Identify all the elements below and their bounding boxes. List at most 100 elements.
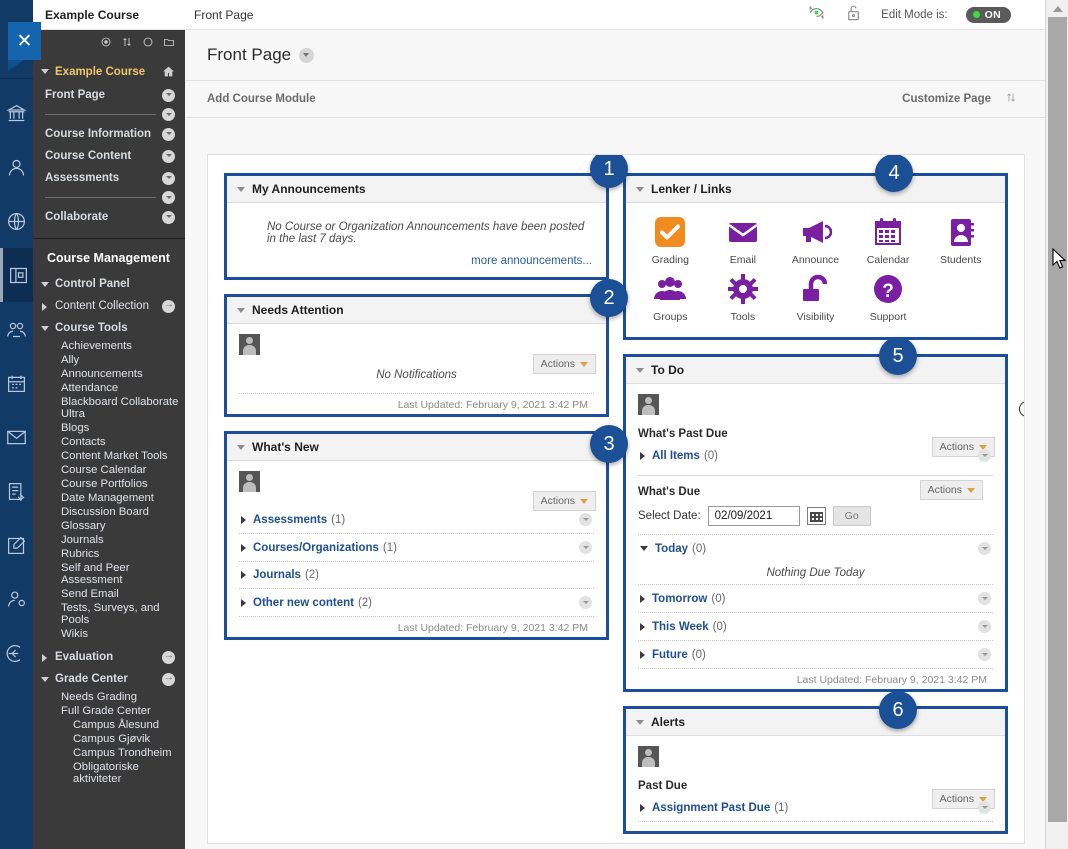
tool-achievements[interactable]: Achievements (47, 339, 185, 353)
chevron-down-icon[interactable] (636, 719, 644, 725)
refresh-circle-icon[interactable] (142, 36, 154, 51)
date-input[interactable] (707, 506, 800, 526)
tool-course-calendar[interactable]: Course Calendar (47, 463, 185, 477)
refresh-eye-icon[interactable] (807, 3, 826, 27)
tool-contacts[interactable]: Contacts (47, 435, 185, 449)
chevron-right-icon[interactable] (640, 451, 645, 460)
needs-attention-actions-button[interactable]: Actions (532, 354, 596, 374)
course-menu-item-course-information[interactable]: Course Information (33, 123, 185, 145)
chevron-down-icon[interactable] (579, 541, 592, 554)
grade-full-grade-center[interactable]: Full Grade Center (47, 704, 185, 718)
chevron-down-icon[interactable] (978, 542, 991, 555)
module-header[interactable]: To Do (626, 357, 1005, 384)
list-item[interactable]: This Week (0) (638, 612, 993, 640)
module-header[interactable]: Needs Attention (227, 297, 606, 324)
tool-wikis[interactable]: Wikis (47, 627, 185, 641)
page-title-chevron-down-icon[interactable] (299, 47, 315, 63)
chevron-down-icon[interactable] (636, 186, 644, 192)
chevron-right-icon[interactable] (241, 598, 246, 607)
chevron-down-icon[interactable] (162, 171, 175, 185)
tool-blogs[interactable]: Blogs (47, 421, 185, 435)
chevron-down-icon[interactable] (978, 592, 991, 605)
chevron-right-icon[interactable] (640, 622, 645, 631)
chevron-down-icon[interactable] (978, 620, 991, 633)
course-tools-row[interactable]: Course Tools (33, 317, 185, 339)
folder-icon[interactable] (163, 36, 175, 51)
grade-campus-gjovik[interactable]: Campus Gjøvik (47, 732, 185, 746)
grade-campus-alesund[interactable]: Campus Ålesund (47, 718, 185, 732)
grade-needs-grading[interactable]: Needs Grading (47, 690, 185, 704)
tool-self-and-peer-assessment[interactable]: Self and Peer Assessment (47, 561, 185, 587)
chevron-down-icon[interactable] (978, 648, 991, 661)
tool-blackboard-collaborate-ultra[interactable]: Blackboard Collaborate Ultra (47, 395, 185, 421)
chevron-down-icon[interactable] (978, 801, 991, 814)
grades-icon[interactable] (0, 464, 33, 518)
calendar-icon[interactable] (0, 356, 33, 410)
chevron-down-icon[interactable] (579, 513, 592, 526)
module-header[interactable]: My Announcements (227, 176, 606, 203)
profile-settings-icon[interactable] (0, 572, 33, 626)
chevron-down-icon[interactable] (162, 88, 175, 102)
tool-attendance[interactable]: Attendance (47, 381, 185, 395)
chevron-down-icon[interactable] (162, 210, 175, 224)
expand-arrow-icon[interactable] (162, 672, 175, 686)
chevron-down-icon[interactable] (237, 444, 245, 450)
list-item[interactable]: Other new content (2) (239, 588, 594, 616)
link-tile-students[interactable]: Students (924, 215, 997, 266)
list-item[interactable]: Future (0) (638, 640, 993, 668)
home-icon[interactable] (162, 65, 175, 81)
course-menu-title-row[interactable]: Example Course (33, 56, 185, 84)
chevron-down-icon[interactable] (237, 307, 245, 313)
calendar-picker-icon[interactable] (806, 507, 826, 525)
chevron-right-icon[interactable] (241, 515, 246, 524)
edit-mode-toggle[interactable]: ON (965, 6, 1011, 23)
list-item[interactable]: Courses/Organizations (1) (239, 533, 594, 561)
tool-course-portfolios[interactable]: Course Portfolios (47, 477, 185, 491)
chevron-down-icon[interactable] (237, 186, 245, 192)
chevron-right-icon[interactable] (640, 803, 645, 812)
chevron-right-icon[interactable] (241, 543, 246, 552)
customize-page-button[interactable]: Customize Page (902, 93, 991, 105)
tool-rubrics[interactable]: Rubrics (47, 547, 185, 561)
link-tile-groups[interactable]: Groups (634, 272, 707, 323)
control-panel-row[interactable]: Control Panel (33, 273, 185, 295)
content-collection-row[interactable]: Content Collection (33, 295, 185, 317)
course-menu-item-front-page[interactable]: Front Page (33, 84, 185, 106)
module-header[interactable]: What's New (227, 434, 606, 461)
tool-send-email[interactable]: Send Email (47, 587, 185, 601)
grade-center-row[interactable]: Grade Center (33, 668, 185, 690)
expand-arrow-icon[interactable] (162, 650, 175, 664)
tool-announcements[interactable]: Announcements (47, 367, 185, 381)
scroll-up-button[interactable] (1046, 0, 1068, 17)
tool-content-market-tools[interactable]: Content Market Tools (47, 449, 185, 463)
link-tile-calendar[interactable]: Calendar (852, 215, 925, 266)
scrollbar-thumb[interactable] (1048, 17, 1067, 822)
edit-icon[interactable] (0, 518, 33, 572)
link-tile-tools[interactable]: Tools (707, 272, 780, 323)
whats-new-actions-button[interactable]: Actions (532, 491, 596, 511)
chevron-down-icon[interactable] (978, 449, 991, 462)
chevron-right-icon[interactable] (241, 571, 246, 579)
chevron-right-icon[interactable] (640, 594, 645, 603)
link-tile-email[interactable]: Email (707, 215, 780, 266)
expand-arrow-icon[interactable] (162, 299, 175, 313)
list-item[interactable]: Tomorrow (0) (638, 584, 993, 612)
reorder-icon[interactable] (121, 36, 133, 51)
chevron-down-icon[interactable] (162, 149, 175, 163)
breadcrumb-page[interactable]: Front Page (194, 8, 253, 22)
link-tile-visibility[interactable]: Visibility (779, 272, 852, 323)
chevron-down-icon[interactable] (162, 108, 175, 121)
tool-discussion-board[interactable]: Discussion Board (47, 505, 185, 519)
chevron-right-icon[interactable] (640, 650, 645, 659)
logout-icon[interactable] (0, 626, 33, 680)
globe-icon[interactable] (0, 194, 33, 248)
breadcrumb-course[interactable]: Example Course (45, 8, 139, 22)
tool-journals[interactable]: Journals (47, 533, 185, 547)
courses-icon[interactable] (0, 248, 33, 302)
tool-date-management[interactable]: Date Management (47, 491, 185, 505)
target-icon[interactable] (100, 36, 112, 51)
unlock-icon[interactable] (844, 3, 863, 27)
tool-glossary[interactable]: Glossary (47, 519, 185, 533)
link-tile-announce[interactable]: Announce (779, 215, 852, 266)
mail-icon[interactable] (0, 410, 33, 464)
